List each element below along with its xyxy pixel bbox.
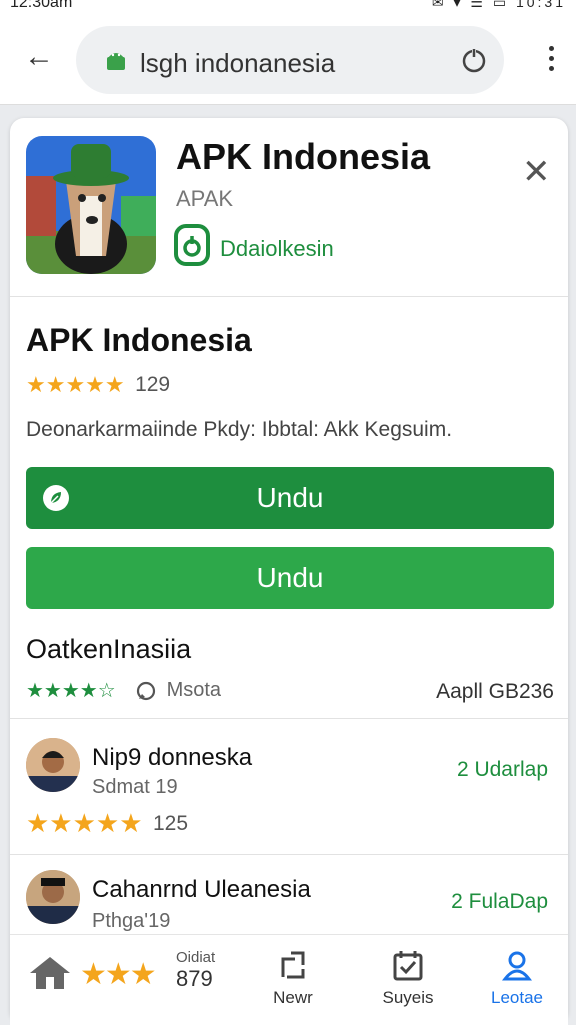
nav-label-news: Newr <box>273 988 313 1007</box>
app-description: Deonarkarmaiinde Pkdy: Ibbtal: Akk Kegsu… <box>26 418 453 441</box>
install-button-primary[interactable]: Undu <box>26 467 554 529</box>
review-name: Nip9 donneska <box>92 744 253 771</box>
nav-label-profile: Leotae <box>491 988 543 1007</box>
status-time: 12:30am <box>10 0 73 11</box>
list-title: OatkenInasiia <box>26 634 192 664</box>
status-icons: ✉ ▾ ☰ ▭ 10:31 <box>431 0 566 10</box>
home-rating-stars: ★★★ <box>80 958 157 991</box>
share-icon <box>281 951 305 979</box>
status-bar: 12:30am ✉ ▾ ☰ ▭ 10:31 <box>0 0 576 18</box>
app-icon-image <box>26 136 156 274</box>
more-options-icon[interactable] <box>548 46 554 76</box>
review-stars: ★★★★★ <box>26 808 143 838</box>
review-rating: ★★★★★ 125 <box>26 808 188 839</box>
close-icon[interactable]: ✕ <box>522 155 551 189</box>
nav-item-profile[interactable]: Leotae <box>484 949 550 1008</box>
review-count: 125 <box>153 811 189 835</box>
app-title: APK Indonesia <box>176 136 431 177</box>
browser-toolbar: ← lsgh indonanesia <box>0 18 576 105</box>
home-meta-label: Oidiat <box>176 949 216 966</box>
leaf-icon <box>43 485 69 511</box>
review-action-link[interactable]: 2 Udarlap <box>457 758 548 782</box>
divider <box>10 718 568 719</box>
review-sub: Pthga'19 <box>92 910 171 932</box>
url-text[interactable]: lsgh indonanesia <box>140 48 335 79</box>
nav-item-surveys[interactable]: Suyeis <box>376 949 440 1008</box>
rating-stars: ★★★★★ <box>26 372 125 397</box>
calendar-check-icon <box>393 951 423 981</box>
review-name: Cahanrnd Uleanesia <box>92 876 311 903</box>
reload-icon[interactable] <box>460 46 488 74</box>
list-meta-right: Aapll GB236 <box>436 680 554 703</box>
list-stars: ★★★★☆ <box>26 680 116 702</box>
address-bar[interactable]: lsgh indonanesia <box>76 26 504 94</box>
app-subtitle: APAK <box>176 186 234 211</box>
home-meta: Oidiat 879 <box>176 949 215 992</box>
nav-label-surveys: Suyeis <box>382 988 434 1007</box>
install-button-secondary[interactable]: Undu <box>26 547 554 609</box>
review-sub: Sdmat 19 <box>92 776 178 798</box>
secure-download-icon <box>174 224 210 266</box>
install-button-primary-label: Undu <box>256 482 324 513</box>
section-title: APK Indonesia <box>26 322 252 358</box>
home-icon[interactable] <box>28 955 72 991</box>
chat-bubble-icon <box>137 681 156 700</box>
bottom-navigation: ★★★ Oidiat 879 Newr Suyeis Leotae <box>10 934 568 1025</box>
install-button-secondary-label: Undu <box>256 562 324 593</box>
rating-count: 129 <box>135 373 171 396</box>
avatar <box>26 870 80 924</box>
rating-row: ★★★★★ 129 <box>26 372 170 400</box>
person-icon <box>501 951 533 981</box>
divider <box>10 296 568 297</box>
back-arrow-icon[interactable]: ← <box>22 40 56 74</box>
list-meta: ★★★★☆ Msota Aapll GB236 <box>26 678 554 706</box>
review-action-link[interactable]: 2 FulaDap <box>451 890 548 914</box>
nav-item-news[interactable]: Newr <box>262 949 324 1008</box>
download-text[interactable]: Ddaiolkesin <box>220 236 334 262</box>
avatar <box>26 738 80 792</box>
list-meta-text: Msota <box>166 679 222 701</box>
home-meta-number: 879 <box>176 966 213 991</box>
app-detail-card: APK Indonesia APAK Ddaiolkesin ✕ APK Ind… <box>10 118 568 1024</box>
divider <box>10 854 568 855</box>
android-icon <box>107 53 125 70</box>
